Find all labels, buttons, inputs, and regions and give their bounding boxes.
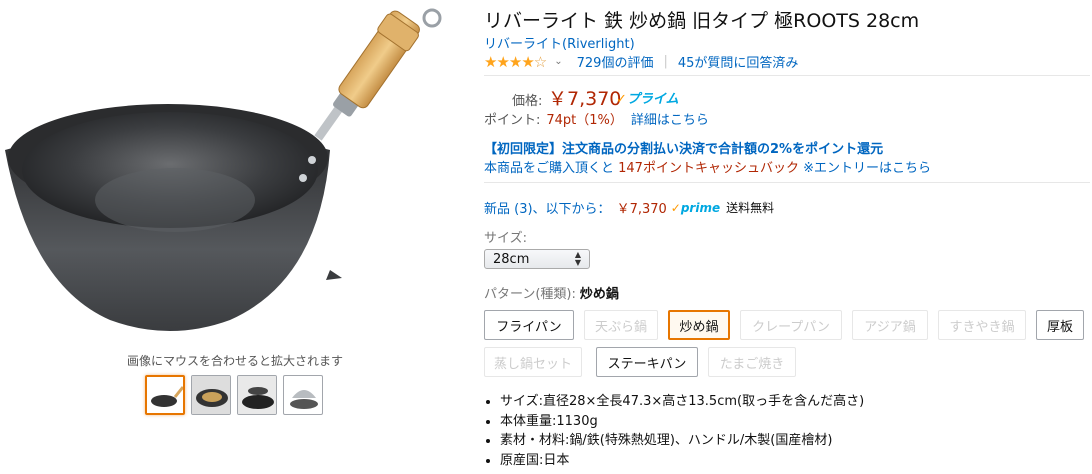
pattern-option[interactable]: 厚板 — [1036, 310, 1084, 340]
points-details-link[interactable]: 詳細はこちら — [631, 113, 709, 128]
points-row: ポイント: 74pt（1%） 詳細はこちら — [484, 109, 709, 128]
promo-installment[interactable]: 【初回限定】注文商品の分割払い決済で合計額の2%をポイント還元 — [484, 138, 883, 157]
pattern-selected: 炒め鍋 — [579, 287, 619, 302]
new-offers-price: ￥7,370 — [616, 202, 667, 217]
pattern-option[interactable]: すきやき鍋 — [938, 310, 1026, 340]
shipping-text: 送料無料 — [726, 201, 775, 215]
product-title: リバーライト 鉄 炒め鍋 旧タイプ 極ROOTS 28cm — [484, 10, 920, 32]
divider — [484, 75, 1090, 76]
list-item: サイズ:直径28×全長47.3×高さ13.5cm(取っ手を含んだ高さ) — [500, 393, 864, 410]
pattern-option[interactable]: ステーキパン — [596, 347, 698, 377]
points-label: ポイント: — [484, 113, 541, 128]
prime-badge: ✓プライム — [616, 92, 679, 107]
pattern-option[interactable]: フライパン — [484, 310, 574, 340]
select-arrows-icon: ▲ ▼ — [574, 250, 581, 267]
size-label: サイズ: — [484, 231, 527, 246]
pattern-option[interactable]: 炒め鍋 — [668, 310, 730, 340]
list-item: 素材・材料:鍋/鉄(特殊熱処理)、ハンドル/木製(国産檜材) — [500, 432, 864, 449]
rating-row: ★★★★☆ ⌄ 729個の評価 | 45が質問に回答済み — [484, 52, 799, 72]
size-selected: 28cm — [493, 251, 530, 267]
answered-questions-link[interactable]: 45が質問に回答済み — [678, 52, 799, 71]
size-dropdown[interactable]: 28cm ▲ ▼ — [484, 249, 590, 269]
feature-bullets: サイズ:直径28×全長47.3×高さ13.5cm(取っ手を含んだ高さ) 本体重量… — [486, 393, 864, 471]
check-icon: ✓ — [616, 92, 627, 107]
brand-link[interactable]: リバーライト(Riverlight) — [484, 33, 635, 52]
thumbnail-1[interactable] — [145, 375, 185, 415]
pattern-option[interactable]: たまご焼き — [708, 347, 796, 377]
pattern-option[interactable]: 蒸し鍋セット — [484, 347, 582, 377]
pattern-label: パターン(種類): 炒め鍋 — [484, 287, 619, 302]
pattern-option[interactable]: アジア鍋 — [852, 310, 928, 340]
chevron-down-icon[interactable]: ⌄ — [554, 56, 562, 67]
pattern-option[interactable]: 天ぷら鍋 — [584, 310, 658, 340]
list-item: 本体重量:1130g — [500, 413, 864, 430]
product-image[interactable] — [0, 0, 470, 345]
thumbnail-3[interactable] — [237, 375, 277, 415]
new-offers-row[interactable]: 新品 (3)、以下から： ￥7,370 ✓prime 送料無料 — [484, 198, 775, 218]
star-rating-icon[interactable]: ★★★★☆ — [484, 53, 547, 71]
thumbnail-2[interactable] — [191, 375, 231, 415]
promo-cashback[interactable]: 本商品をご購入頂くと 147ポイントキャッシュバック ※エントリーはこちら — [484, 157, 931, 176]
image-panel: 画像にマウスを合わせると拡大されます — [0, 0, 470, 474]
divider — [484, 182, 1090, 183]
price-value: ￥7,370 — [548, 88, 622, 110]
points-value: 74pt（1%） — [546, 113, 623, 128]
thumbnail-4[interactable] — [283, 375, 323, 415]
pattern-option[interactable]: クレープパン — [740, 310, 842, 340]
divider: | — [663, 54, 668, 69]
new-offers-label[interactable]: 新品 (3)、以下から： — [484, 198, 611, 217]
price-label: 価格: — [512, 94, 543, 109]
thumbnail-strip — [145, 375, 323, 415]
zoom-hint: 画像にマウスを合わせると拡大されます — [126, 354, 343, 368]
prime-logo: ✓prime — [670, 200, 721, 215]
list-item: 原産国:日本 — [500, 452, 864, 469]
check-icon: ✓ — [670, 200, 681, 215]
ratings-count-link[interactable]: 729個の評価 — [577, 52, 654, 71]
